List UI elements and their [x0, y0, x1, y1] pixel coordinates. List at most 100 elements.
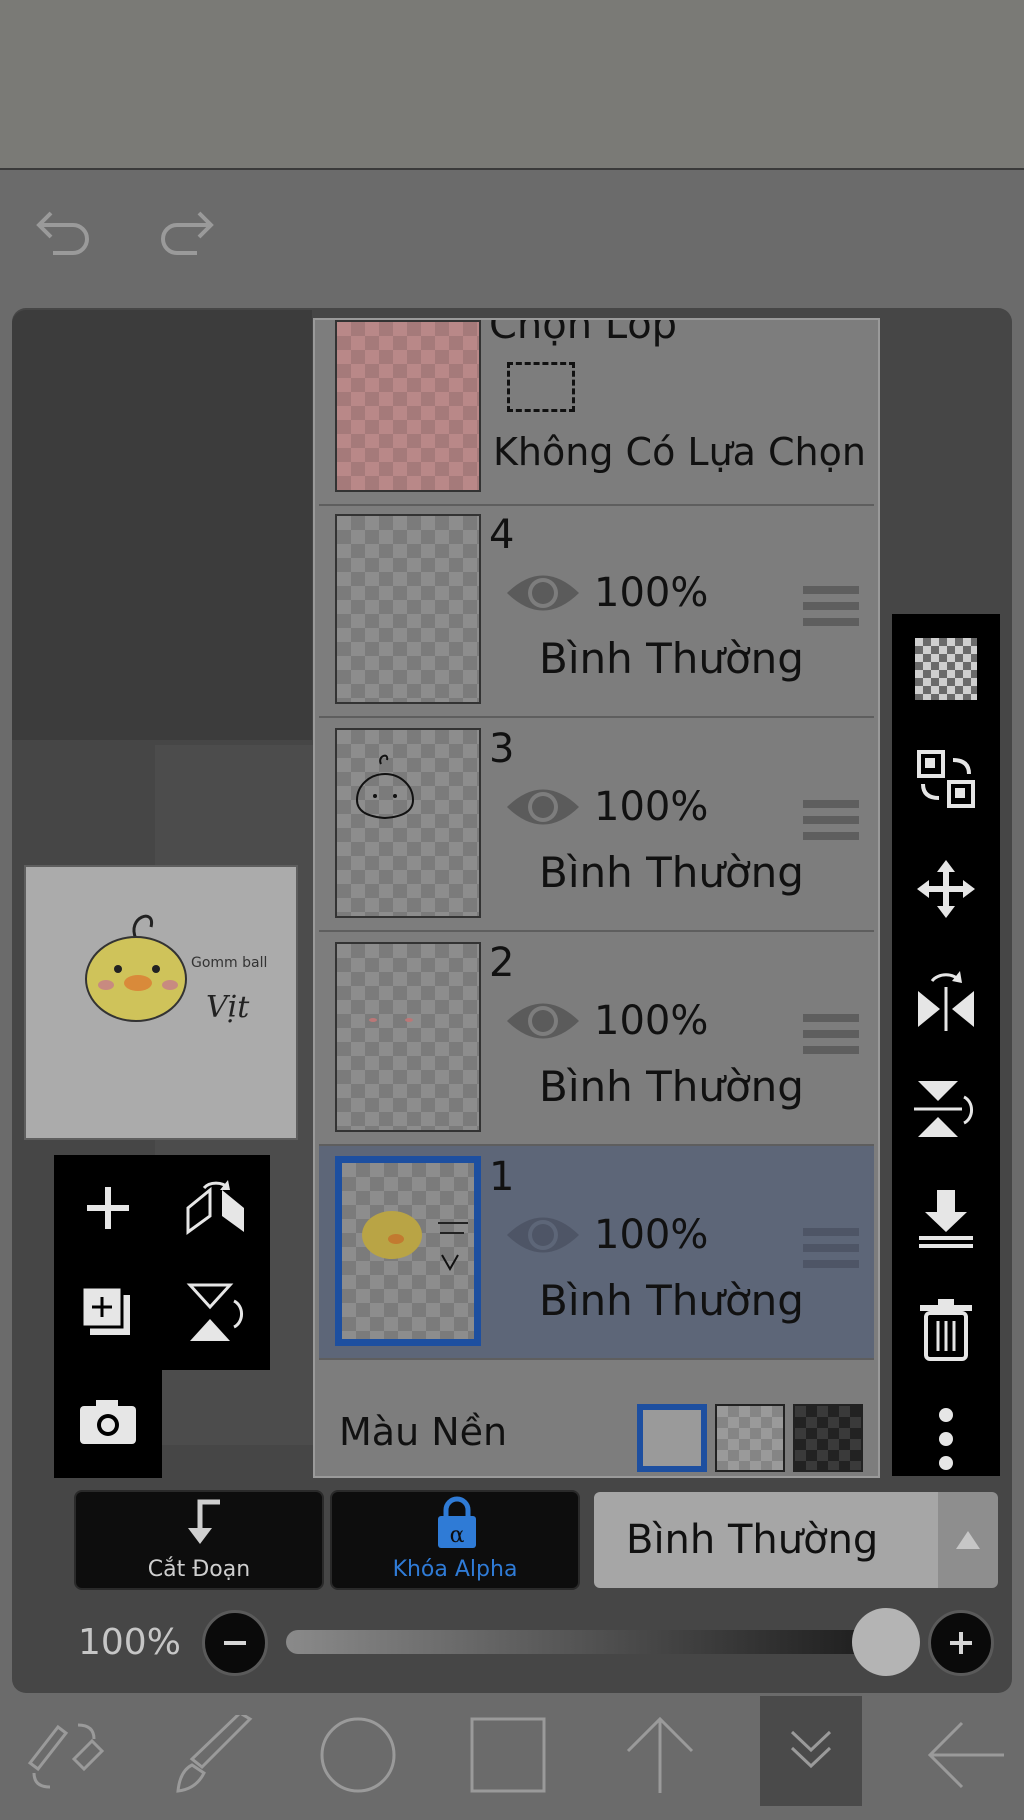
minus-icon — [224, 1641, 246, 1645]
camera-button[interactable] — [54, 1368, 162, 1473]
flip-vertical-icon — [186, 1283, 243, 1341]
undo-icon[interactable] — [28, 200, 98, 260]
collapse-panel-button[interactable] — [760, 1696, 862, 1806]
scroll-up-button[interactable] — [604, 1700, 716, 1810]
alpha-lock-button[interactable]: α Khóa Alpha — [330, 1490, 580, 1590]
rectangle-tool[interactable] — [452, 1700, 564, 1810]
flip-vertical-icon — [914, 1081, 973, 1137]
alpha-lock-label: Khóa Alpha — [392, 1557, 518, 1582]
layer-opacity: 100% — [594, 1212, 709, 1258]
layer-row-3[interactable]: 3 100% Bình Thường — [319, 718, 874, 932]
clipping-button[interactable]: Cắt Đoạn — [74, 1490, 324, 1590]
flip-horizontal-button[interactable] — [892, 944, 1000, 1054]
selection-layer-row[interactable]: Chọn Lớp Không Có Lựa Chọn — [319, 318, 874, 506]
background-color-row: Màu Nền — [319, 1388, 874, 1476]
drag-handle-icon[interactable] — [803, 1228, 859, 1274]
blend-mode-select[interactable]: Bình Thường — [594, 1492, 939, 1588]
duplicate-layer-button[interactable] — [54, 1260, 162, 1365]
back-button[interactable] — [910, 1700, 1022, 1810]
opacity-decrease-button[interactable] — [202, 1610, 268, 1676]
clipping-arrow-icon — [188, 1499, 220, 1544]
clipping-label: Cắt Đoạn — [147, 1557, 251, 1582]
up-arrow-icon — [626, 1716, 694, 1793]
brush-tool[interactable] — [158, 1700, 270, 1810]
swap-button[interactable] — [892, 724, 1000, 834]
transform-tool[interactable] — [8, 1700, 120, 1810]
preview-text-2: Vịt — [206, 990, 250, 1025]
canvas-preview[interactable]: Gomm ball Vịt — [24, 865, 298, 1140]
drag-handle-icon[interactable] — [803, 1014, 859, 1060]
selection-layer-title: Chọn Lớp — [489, 318, 677, 348]
redo-icon[interactable] — [152, 200, 222, 260]
background-checker-light-swatch[interactable] — [715, 1404, 785, 1472]
background-checker-dark-swatch[interactable] — [793, 1404, 863, 1472]
layer-number: 2 — [489, 940, 515, 986]
merge-down-button[interactable] — [892, 1164, 1000, 1274]
add-layer-button[interactable] — [54, 1155, 162, 1260]
lock-icon: α — [438, 1496, 476, 1548]
ellipse-tool[interactable] — [302, 1700, 414, 1810]
layer-row-1[interactable]: 1 100% Bình Thường — [319, 1146, 874, 1360]
selection-layer-thumbnail — [335, 320, 481, 492]
layer-thumbnail — [335, 514, 481, 704]
status-bar — [0, 0, 1024, 170]
back-icon — [927, 1721, 1004, 1789]
duck-sketch-thumbnail — [355, 754, 415, 820]
delete-layer-button[interactable] — [892, 1274, 1000, 1384]
opacity-increase-button[interactable] — [928, 1610, 994, 1676]
eye-icon[interactable] — [505, 568, 581, 618]
blush-thumbnail — [369, 1018, 413, 1022]
flip-vertical-button[interactable] — [162, 1260, 270, 1365]
layer-thumbnail — [335, 942, 481, 1132]
left-toolbar — [54, 1155, 270, 1370]
layers-list: Chọn Lớp Không Có Lựa Chọn 4 100% Bình T… — [313, 318, 880, 1478]
duck-color-thumbnail — [362, 1211, 468, 1272]
move-icon — [917, 860, 975, 918]
layer-blend-mode: Bình Thường — [539, 848, 804, 897]
layer-thumbnail — [335, 728, 481, 918]
layer-number: 3 — [489, 726, 515, 772]
more-icon — [939, 1408, 953, 1470]
collapse-icon — [790, 1730, 832, 1769]
brush-icon — [176, 1715, 253, 1793]
opacity-slider-knob[interactable] — [852, 1608, 920, 1676]
transform-icon — [27, 1723, 105, 1789]
eye-icon[interactable] — [505, 782, 581, 832]
duck-illustration: Gomm ball Vịt — [85, 914, 267, 1025]
layer-thumbnail — [335, 1156, 481, 1346]
layer-row-4[interactable]: 4 100% Bình Thường — [319, 504, 874, 718]
svg-text:α: α — [450, 1523, 465, 1548]
selection-marquee-icon — [507, 362, 575, 412]
selection-status: Không Có Lựa Chọn — [493, 430, 866, 474]
more-options-button[interactable] — [892, 1384, 1000, 1494]
flip-horizontal-icon — [918, 971, 974, 1031]
drag-handle-icon[interactable] — [803, 586, 859, 632]
canvas-area — [12, 310, 312, 740]
layer-blend-mode: Bình Thường — [539, 1062, 804, 1111]
opacity-slider[interactable] — [286, 1630, 892, 1654]
drag-handle-icon[interactable] — [803, 800, 859, 846]
circle-icon — [320, 1717, 396, 1793]
layer-opacity: 100% — [594, 784, 709, 830]
eye-icon[interactable] — [505, 996, 581, 1046]
layer-number: 1 — [489, 1154, 515, 1200]
eye-icon[interactable] — [505, 1210, 581, 1260]
merge-down-icon — [919, 1190, 973, 1248]
flip-horizontal-icon — [186, 1179, 244, 1235]
transparency-button[interactable] — [892, 614, 1000, 724]
flip-vertical-button[interactable] — [892, 1054, 1000, 1164]
transparency-icon — [915, 638, 977, 700]
duplicate-layer-icon — [80, 1285, 130, 1335]
layer-row-2[interactable]: 2 100% Bình Thường — [319, 932, 874, 1146]
background-white-swatch[interactable] — [637, 1404, 707, 1472]
flip-horizontal-button[interactable] — [162, 1155, 270, 1260]
left-toolbar-bottom — [54, 1368, 162, 1478]
layer-opacity: 100% — [594, 998, 709, 1044]
trash-icon — [920, 1299, 972, 1361]
opacity-value-label: 100% — [78, 1622, 181, 1663]
blend-mode-dropdown-button[interactable] — [938, 1492, 998, 1588]
layer-number: 4 — [489, 512, 515, 558]
preview-text-1: Gomm ball — [191, 955, 267, 971]
chevron-up-icon — [956, 1531, 980, 1549]
move-button[interactable] — [892, 834, 1000, 944]
